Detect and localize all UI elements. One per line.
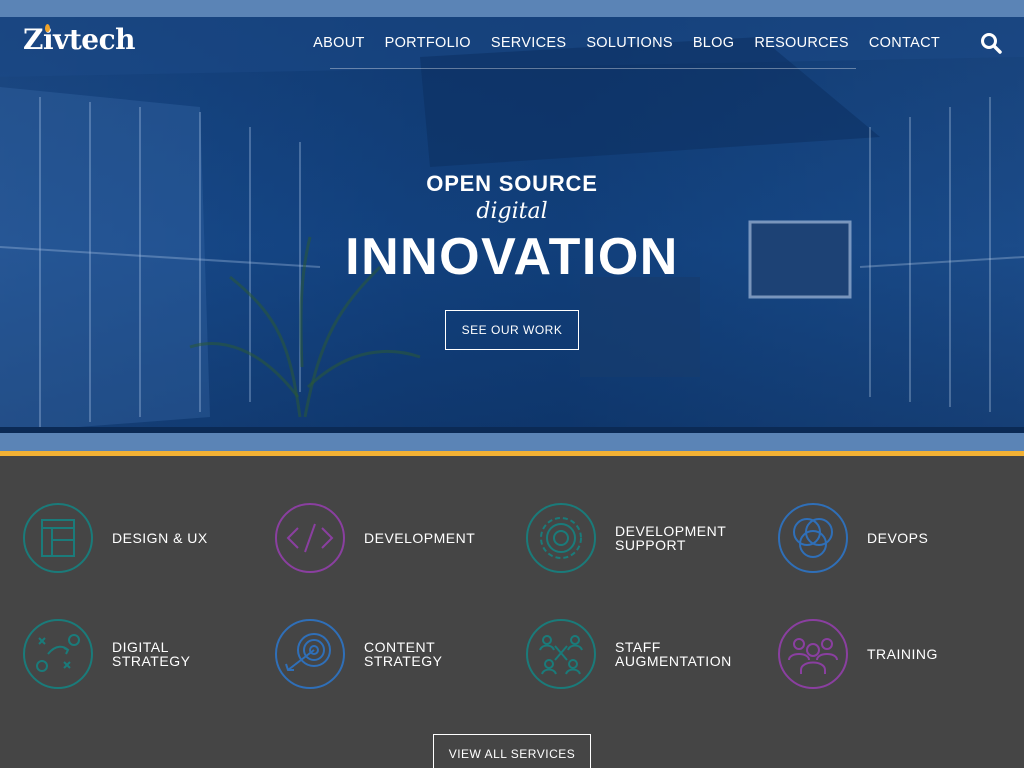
logo-flame-icon bbox=[45, 24, 50, 32]
nav-item-resources[interactable]: RESOURCES bbox=[744, 34, 859, 52]
venn-icon bbox=[778, 503, 848, 573]
service-staff-augmentation[interactable]: STAFF AUGMENTATION bbox=[525, 618, 732, 690]
nav-item-contact[interactable]: CONTACT bbox=[859, 34, 950, 52]
group-icon bbox=[778, 619, 848, 689]
top-strip bbox=[0, 0, 1024, 17]
hero-subtitle: digital bbox=[476, 199, 548, 224]
section-band bbox=[0, 433, 1024, 451]
nav-item-solutions[interactable]: SOLUTIONS bbox=[576, 34, 683, 52]
service-development[interactable]: DEVELOPMENT bbox=[274, 502, 475, 574]
service-label-2: AUGMENTATION bbox=[615, 653, 732, 669]
zivtech-logo[interactable]: Zivtech bbox=[23, 23, 136, 56]
people-network-icon bbox=[526, 619, 596, 689]
gear-icon bbox=[526, 503, 596, 573]
hero-eyebrow: OPEN SOURCE bbox=[426, 171, 598, 196]
service-label: DESIGN & UX bbox=[112, 530, 208, 546]
service-development-support[interactable]: DEVELOPMENT SUPPORT bbox=[525, 502, 726, 574]
target-icon bbox=[275, 619, 345, 689]
service-content-strategy[interactable]: CONTENT STRATEGY bbox=[274, 618, 442, 690]
service-label: STAFF bbox=[615, 639, 661, 655]
hero-banner: Zivtech ABOUT PORTFOLIO SERVICES SOLUTIO… bbox=[0, 17, 1024, 433]
service-digital-strategy[interactable]: DIGITAL STRATEGY bbox=[22, 618, 190, 690]
services-section: DESIGN & UX DEVELOPMENT DEVELOPMENT SUPP… bbox=[0, 456, 1024, 768]
main-nav: ABOUT PORTFOLIO SERVICES SOLUTIONS BLOG … bbox=[303, 34, 950, 52]
code-icon bbox=[275, 503, 345, 573]
nav-item-blog[interactable]: BLOG bbox=[683, 34, 745, 52]
service-label: DIGITAL bbox=[112, 639, 169, 655]
hero-background-image bbox=[0, 17, 1024, 433]
service-label-2: SUPPORT bbox=[615, 537, 686, 553]
nav-item-portfolio[interactable]: PORTFOLIO bbox=[375, 34, 481, 52]
service-label-2: STRATEGY bbox=[364, 653, 443, 669]
service-label-2: STRATEGY bbox=[112, 653, 191, 669]
hero-title: INNOVATION bbox=[345, 228, 679, 286]
service-label: DEVELOPMENT bbox=[364, 530, 476, 546]
nav-item-services[interactable]: SERVICES bbox=[481, 34, 576, 52]
strategy-play-icon bbox=[23, 619, 93, 689]
view-all-services-button[interactable]: VIEW ALL SERVICES bbox=[433, 734, 591, 768]
service-devops[interactable]: DEVOPS bbox=[777, 502, 928, 574]
layout-icon bbox=[23, 503, 93, 573]
see-our-work-button[interactable]: SEE OUR WORK bbox=[445, 310, 579, 350]
nav-item-about[interactable]: ABOUT bbox=[303, 34, 374, 52]
nav-divider bbox=[330, 68, 856, 69]
service-label: DEVELOPMENT bbox=[615, 523, 727, 539]
service-label: CONTENT bbox=[364, 639, 436, 655]
service-label: TRAINING bbox=[867, 646, 938, 662]
search-icon[interactable] bbox=[980, 32, 1002, 54]
service-training[interactable]: TRAINING bbox=[777, 618, 938, 690]
service-design-ux[interactable]: DESIGN & UX bbox=[22, 502, 208, 574]
service-label: DEVOPS bbox=[867, 530, 929, 546]
